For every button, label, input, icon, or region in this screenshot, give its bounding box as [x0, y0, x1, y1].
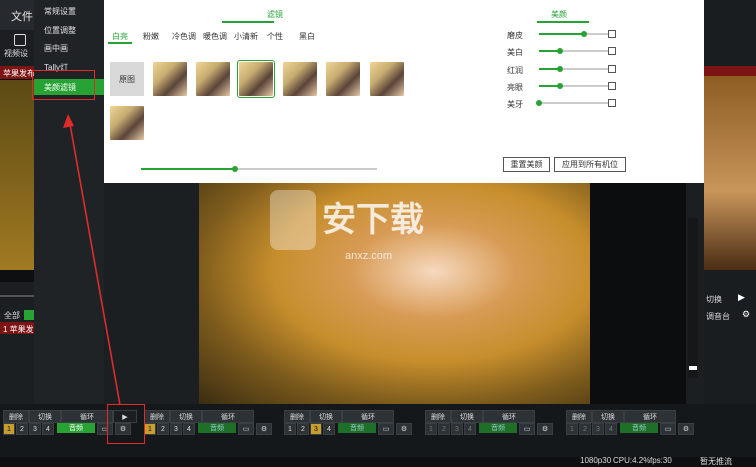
- status-fps: fps:30: [650, 456, 672, 465]
- status-stream: 暂无推流: [700, 457, 732, 466]
- annotation-arrow: [63, 114, 121, 406]
- status-cpu: CPU:4.2%: [613, 456, 651, 465]
- status-resolution: 1080p30: [580, 456, 612, 465]
